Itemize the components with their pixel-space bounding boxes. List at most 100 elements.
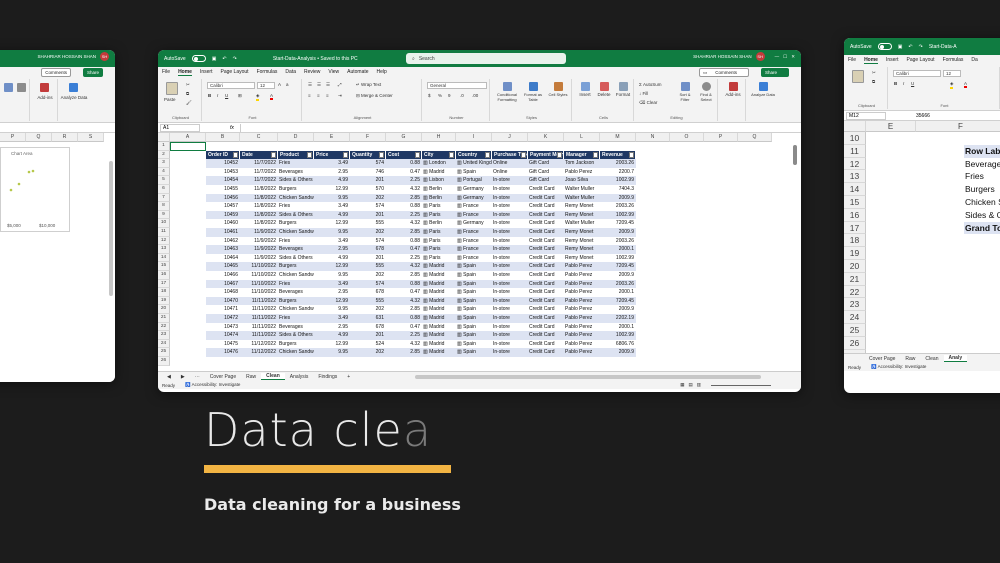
table-cell[interactable]: 1002.99 (600, 254, 636, 263)
cut-icon[interactable]: ✂ (872, 70, 876, 76)
sort-icon[interactable] (4, 83, 13, 92)
table-cell[interactable]: 11/9/2022 (240, 228, 278, 237)
table-cell[interactable]: 11/8/2022 (240, 211, 278, 220)
underline-icon[interactable]: U (225, 93, 228, 98)
page-layout-view-icon[interactable]: ▤ (688, 382, 692, 388)
table-cell[interactable]: 10464 (206, 254, 240, 263)
row-header[interactable]: 17 (844, 221, 866, 235)
column-header[interactable]: S (78, 133, 104, 142)
sheet-tab-clean[interactable]: Clean (261, 373, 285, 380)
table-cell[interactable]: Online (492, 159, 528, 168)
table-cell[interactable]: 2000.1 (600, 288, 636, 297)
font-name-select[interactable]: Calibri (893, 70, 941, 77)
column-header-q[interactable]: Q (738, 133, 772, 142)
table-cell[interactable]: 6806.76 (600, 340, 636, 349)
table-cell[interactable]: Joao Silva (564, 176, 600, 185)
row-header[interactable]: 8 (158, 202, 170, 211)
right-worksheet-grid[interactable]: EF 101112131415161718192021222324252627 Ro… (844, 121, 1000, 353)
chart-area[interactable]: Chart Area $5,000 $10,000 (0, 147, 70, 232)
table-cell[interactable]: In-store (492, 331, 528, 340)
row-header[interactable]: 16 (844, 208, 866, 222)
table-cell[interactable]: Pablo Perez (564, 262, 600, 271)
table-cell[interactable]: Fries (278, 159, 314, 168)
table-cell[interactable]: Credit Card (528, 245, 564, 254)
sheet-tab-cover-page[interactable]: Cover Page (205, 374, 241, 380)
table-cell[interactable]: 202 (350, 348, 386, 357)
cell-styles-button[interactable]: Cell Styles (546, 82, 570, 97)
table-cell[interactable]: 524 (350, 340, 386, 349)
table-header-cell[interactable]: Price (314, 150, 350, 160)
table-cell[interactable]: 0.88 (386, 159, 422, 168)
vertical-scrollbar[interactable] (793, 145, 797, 165)
table-cell[interactable]: 2009.9 (600, 305, 636, 314)
table-cell[interactable]: Online (492, 168, 528, 177)
table-cell[interactable]: ▥ France (456, 254, 492, 263)
table-header-cell[interactable]: Country (456, 150, 492, 160)
table-cell[interactable]: Fries (278, 237, 314, 246)
table-cell[interactable]: ▥ Germany (456, 185, 492, 194)
menu-review[interactable]: Review (304, 69, 320, 75)
table-cell[interactable]: 3.49 (314, 237, 350, 246)
sheet-tab-cover-page[interactable]: Cover Page (864, 356, 900, 362)
row-header[interactable]: 27 (844, 349, 866, 353)
row-header[interactable]: 4 (158, 167, 170, 177)
row-header[interactable]: 26 (844, 336, 866, 350)
normal-view-icon[interactable]: ▦ (680, 382, 684, 388)
table-cell[interactable]: 4.99 (314, 211, 350, 220)
filter-dropdown-icon[interactable] (557, 151, 562, 158)
delete-button[interactable]: Delete (595, 82, 613, 97)
table-cell[interactable]: In-store (492, 245, 528, 254)
table-cell[interactable]: In-store (492, 288, 528, 297)
table-cell[interactable]: Credit Card (528, 254, 564, 263)
table-cell[interactable]: Credit Card (528, 314, 564, 323)
shrink-font-icon[interactable]: a (286, 82, 289, 87)
table-cell[interactable]: 9.95 (314, 348, 350, 357)
filter-dropdown-icon[interactable] (593, 151, 598, 158)
row-header[interactable]: 19 (844, 247, 866, 260)
filter-dropdown-icon[interactable] (379, 151, 384, 158)
font-name-select[interactable]: Calibri (207, 82, 255, 89)
table-cell[interactable]: In-store (492, 237, 528, 246)
pivot-row-label[interactable]: Fries (964, 170, 1000, 183)
table-cell[interactable]: ▥ Madrid (422, 168, 456, 177)
conditional-formatting-button[interactable]: Conditional Formatting (494, 82, 520, 102)
column-header-o[interactable]: O (670, 133, 704, 142)
grow-font-icon[interactable]: A (278, 82, 281, 87)
column-header-h[interactable]: H (422, 133, 456, 142)
table-cell[interactable]: 4.99 (314, 254, 350, 263)
copy-icon[interactable]: ⧉ (872, 79, 875, 84)
row-header[interactable]: 16 (158, 271, 170, 280)
increase-decimal-icon[interactable]: .0 (460, 93, 464, 98)
table-cell[interactable]: 9.95 (314, 228, 350, 237)
table-cell[interactable]: ▥ Madrid (422, 271, 456, 280)
table-cell[interactable]: 0.88 (386, 314, 422, 323)
page-break-view-icon[interactable]: ▥ (697, 382, 701, 388)
filter-dropdown-icon[interactable] (485, 151, 490, 158)
align-center-icon[interactable]: ≡ (317, 93, 320, 98)
table-cell[interactable]: In-store (492, 211, 528, 220)
table-cell[interactable]: In-store (492, 262, 528, 271)
accessibility-status[interactable]: ♿ Accessibility: Investigate (185, 382, 240, 388)
table-header-cell[interactable]: Product (278, 150, 314, 160)
column-header[interactable]: P (0, 133, 26, 142)
bold-icon[interactable]: B (894, 81, 897, 86)
table-cell[interactable]: 10457 (206, 202, 240, 211)
table-cell[interactable]: 10462 (206, 237, 240, 246)
table-cell[interactable]: 2003.26 (600, 202, 636, 211)
table-cell[interactable]: 11/8/2022 (240, 185, 278, 194)
analyze-data-icon[interactable] (69, 83, 78, 92)
table-cell[interactable]: Beverages (278, 245, 314, 254)
table-cell[interactable]: 201 (350, 211, 386, 220)
row-header[interactable]: 14 (844, 183, 866, 196)
column-header-m[interactable]: M (600, 133, 636, 142)
row-header[interactable]: 3 (158, 159, 170, 168)
select-all-corner[interactable] (844, 121, 866, 132)
menu-data[interactable]: Da (971, 57, 977, 63)
table-cell[interactable]: 678 (350, 323, 386, 332)
close-icon[interactable]: ✕ (791, 54, 795, 60)
table-cell[interactable]: 2000.1 (600, 323, 636, 332)
clear-button[interactable]: ⌫ Clear (639, 100, 657, 106)
table-cell[interactable]: Pablo Perez (564, 348, 600, 357)
table-cell[interactable]: ▥ Spain (456, 288, 492, 297)
column-header-a[interactable]: A (170, 133, 206, 142)
